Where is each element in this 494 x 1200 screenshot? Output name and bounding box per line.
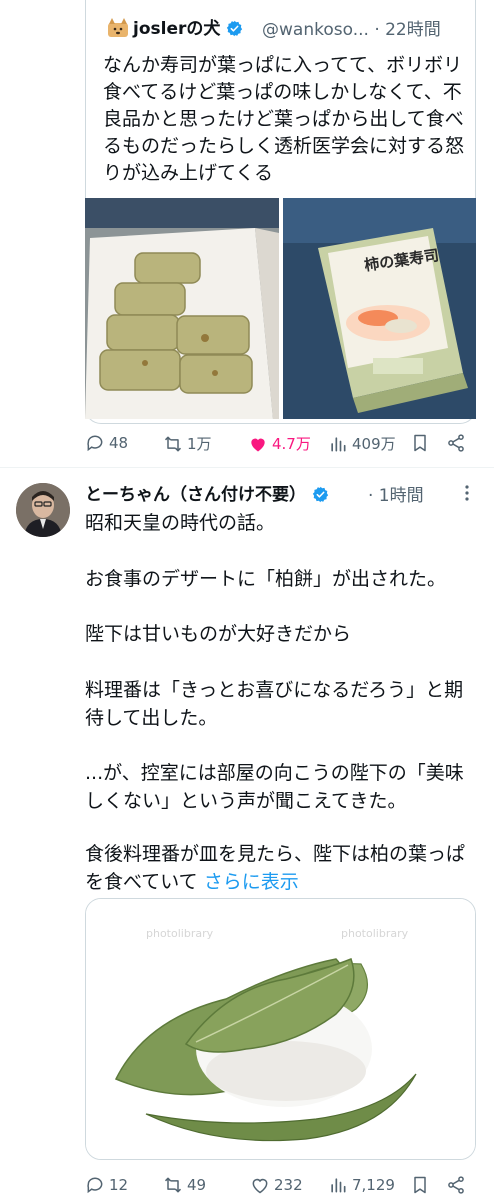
- tweet-paragraph-last: 食後料理番が皿を見たら、陛下は柏の葉っぱを食べていて さらに表示: [85, 843, 466, 893]
- retweet-icon: [164, 436, 182, 451]
- more-options-icon[interactable]: [461, 483, 473, 503]
- tweet-paragraph: 昭和天皇の時代の話。: [85, 512, 276, 534]
- views-button[interactable]: 7,129: [328, 1175, 395, 1195]
- tweet-time[interactable]: · 1時間: [368, 481, 424, 506]
- heart-icon: [252, 1178, 268, 1194]
- reply-icon: [87, 435, 103, 452]
- share-button[interactable]: [446, 1175, 466, 1195]
- quoted-author-name[interactable]: joslerの犬: [133, 14, 243, 39]
- tweet-paragraph: 料理番は「きっとお喜びになるだろう」と期待して出した。: [85, 679, 464, 729]
- share-button[interactable]: [446, 433, 466, 453]
- kashiwa-mochi-illustration: photolibrary photolibrary: [86, 899, 475, 1159]
- reply-button[interactable]: 12: [85, 1175, 128, 1195]
- quoted-photo-package[interactable]: 柿の葉寿司: [283, 198, 476, 419]
- retweet-icon: [164, 1177, 182, 1193]
- verified-badge-icon: [227, 20, 243, 37]
- tweet-paragraph: お食事のデザートに「柏餅」が出された。: [85, 568, 447, 590]
- views-button[interactable]: 409万: [328, 433, 396, 454]
- quoted-author-meta: @wankoso... · 22時間: [262, 15, 441, 40]
- retweet-button[interactable]: 49: [163, 1175, 206, 1195]
- show-more-link[interactable]: さらに表示: [204, 871, 299, 893]
- tweet-paragraph: 陛下は甘いものが大好きだから: [85, 623, 352, 645]
- retweet-button[interactable]: 1万: [163, 433, 212, 454]
- watermark-text: photolibrary: [341, 927, 409, 940]
- quoted-tweet-text: なんか寿司が葉っぱに入ってて、ボリボリ食べてるけど葉っぱの味しかしなくて、不良品…: [103, 54, 465, 184]
- heart-filled-icon: [251, 438, 265, 451]
- views-icon: [331, 436, 346, 451]
- like-button[interactable]: 4.7万: [248, 433, 311, 454]
- share-icon: [448, 434, 464, 452]
- sushi-package-illustration: 柿の葉寿司: [283, 198, 476, 419]
- share-icon: [448, 1176, 464, 1194]
- bookmark-button[interactable]: [410, 433, 430, 453]
- bookmark-icon: [414, 434, 426, 452]
- quoted-tweet-time[interactable]: · 22時間: [374, 20, 440, 40]
- bookmark-button[interactable]: [410, 1175, 430, 1195]
- quoted-author-handle[interactable]: @wankoso...: [262, 20, 369, 40]
- watermark-text: photolibrary: [146, 927, 214, 940]
- author-name[interactable]: とーちゃん（さん付け不要）: [85, 480, 329, 505]
- reply-button[interactable]: 48: [85, 433, 128, 453]
- verified-badge-icon: [312, 486, 329, 503]
- sushi-box-illustration: [85, 198, 279, 419]
- quoted-photo-sushi-box[interactable]: [85, 198, 279, 419]
- like-button[interactable]: 232: [250, 1175, 303, 1195]
- bookmark-icon: [414, 1176, 426, 1194]
- person-avatar-icon: [16, 483, 70, 537]
- views-icon: [331, 1178, 346, 1193]
- dog-avatar-icon[interactable]: [107, 18, 129, 38]
- avatar[interactable]: [16, 483, 70, 537]
- tweet-paragraph: ...が、控室には部屋の向こうの陛下の「美味しくない」という声が聞こえてきた。: [85, 762, 464, 812]
- reply-icon: [87, 1177, 103, 1194]
- tweet-media-image[interactable]: photolibrary photolibrary: [85, 898, 476, 1160]
- tweet-divider: [0, 467, 494, 468]
